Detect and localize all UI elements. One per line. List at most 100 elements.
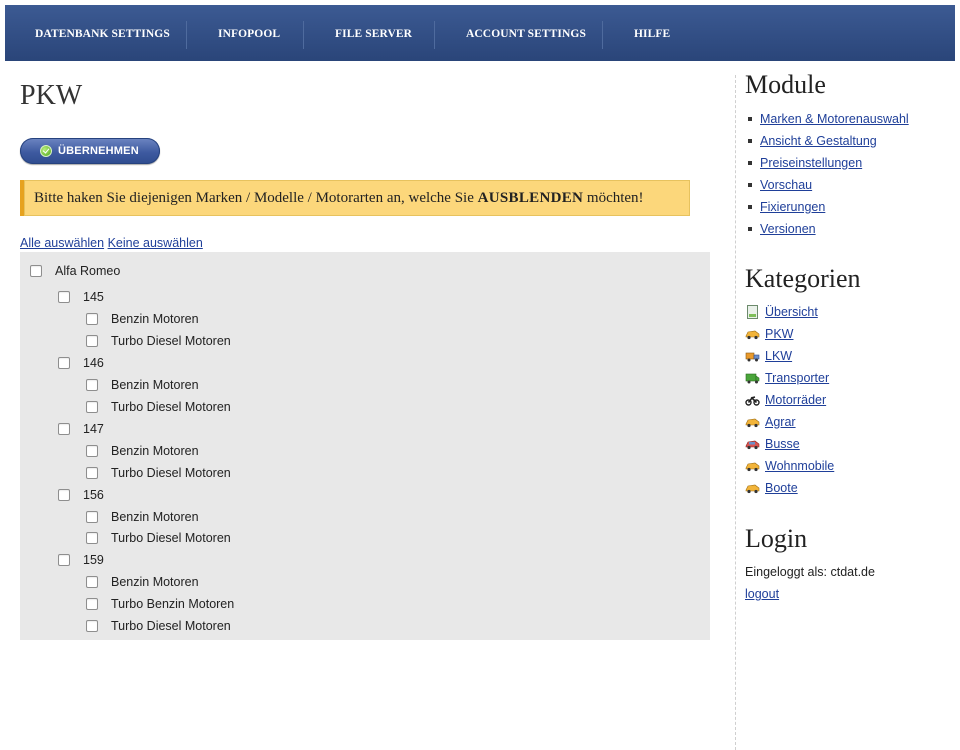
tree-engine-row: Benzin Motoren [86,441,199,461]
engine-label: Benzin Motoren [111,575,199,589]
apply-button-label: ÜBERNEHMEN [58,145,139,157]
modules-list: Marken & Motorenauswahl Ansicht & Gestal… [745,108,909,240]
tree-engine-row: Benzin Motoren [86,507,199,527]
brand-checkbox[interactable] [30,265,42,277]
engine-label: Turbo Diesel Motoren [111,334,231,348]
tree-engine-row: Turbo Diesel Motoren [86,528,231,548]
nav-hilfe[interactable]: HILFE [634,5,670,61]
category-link-uebersicht[interactable]: Übersicht [765,305,818,319]
top-nav: DATENBANK SETTINGS INFOPOOL FILE SERVER … [5,5,955,61]
module-item: Preiseinstellungen [745,152,909,174]
car-icon [745,330,760,340]
module-link-vorschau[interactable]: Vorschau [760,178,812,192]
engine-label: Turbo Diesel Motoren [111,531,231,545]
engine-checkbox[interactable] [86,576,98,588]
bus-icon [745,440,760,450]
nav-separator [303,21,304,49]
engine-checkbox[interactable] [86,532,98,544]
nav-separator [434,21,435,49]
model-label: 145 [83,290,104,304]
checkmark-icon [40,145,52,157]
engine-label: Turbo Benzin Motoren [111,597,235,611]
engine-checkbox[interactable] [86,313,98,325]
category-item: Busse [745,433,834,455]
nav-infopool[interactable]: INFOPOOL [218,5,280,61]
engine-checkbox[interactable] [86,335,98,347]
category-link-wohnmobile[interactable]: Wohnmobile [765,459,834,473]
nav-separator [186,21,187,49]
bullet-icon [748,139,752,143]
model-checkbox[interactable] [58,357,70,369]
engine-checkbox[interactable] [86,379,98,391]
tree-engine-row: Benzin Motoren [86,309,199,329]
nav-separator [602,21,603,49]
category-item: Übersicht [745,301,834,323]
login-heading: Login [745,524,808,553]
engine-checkbox[interactable] [86,467,98,479]
nav-file-server[interactable]: FILE SERVER [335,5,412,61]
motorcycle-icon [745,396,760,406]
logout-link[interactable]: logout [745,587,779,601]
tree-model-row: 147 [58,419,104,439]
module-link-preise[interactable]: Preiseinstellungen [760,156,862,170]
module-link-ansicht[interactable]: Ansicht & Gestaltung [760,134,877,148]
module-link-fixierungen[interactable]: Fixierungen [760,200,825,214]
categories-heading: Kategorien [745,264,861,293]
apply-button[interactable]: ÜBERNEHMEN [20,138,160,164]
tree-model-row: 156 [58,485,104,505]
engine-label: Benzin Motoren [111,444,199,458]
categories-list: Übersicht PKW LKW Transporter Motorräder… [745,301,834,499]
category-link-agrar[interactable]: Agrar [765,415,796,429]
module-item: Vorschau [745,174,909,196]
engine-checkbox[interactable] [86,445,98,457]
engine-label: Turbo Diesel Motoren [111,400,231,414]
van-icon [745,373,760,384]
nav-account-settings[interactable]: ACCOUNT SETTINGS [466,5,586,61]
category-item: PKW [745,323,834,345]
select-none-link[interactable]: Keine auswählen [108,236,203,250]
tree-engine-row: Benzin Motoren [86,572,199,592]
notice-text-end: möchten! [583,190,644,206]
category-link-lkw[interactable]: LKW [765,349,792,363]
module-link-versionen[interactable]: Versionen [760,222,816,236]
tree-model-row: 145 [58,287,104,307]
engine-checkbox[interactable] [86,620,98,632]
engine-checkbox[interactable] [86,598,98,610]
nav-datenbank-settings[interactable]: DATENBANK SETTINGS [35,5,170,61]
bullet-icon [748,205,752,209]
engine-label: Turbo Diesel Motoren [111,466,231,480]
category-link-transporter[interactable]: Transporter [765,371,829,385]
tractor-icon [745,418,760,428]
tree-engine-row: Turbo Benzin Motoren [86,594,234,614]
model-label: 156 [83,488,104,502]
modules-heading: Module [745,70,826,99]
model-checkbox[interactable] [58,291,70,303]
tree-brand-row: Alfa Romeo [30,261,120,281]
boat-icon [745,484,760,494]
engine-checkbox[interactable] [86,511,98,523]
category-link-busse[interactable]: Busse [765,437,800,451]
category-item: Wohnmobile [745,455,834,477]
engine-label: Benzin Motoren [111,378,199,392]
module-link-marken[interactable]: Marken & Motorenauswahl [760,112,909,126]
bullet-icon [748,117,752,121]
model-label: 159 [83,553,104,567]
tree-engine-row: Turbo Diesel Motoren [86,331,231,351]
model-checkbox[interactable] [58,489,70,501]
login-status: Eingeloggt als: ctdat.de [745,565,875,579]
category-link-motorraeder[interactable]: Motorräder [765,393,826,407]
model-label: 147 [83,422,104,436]
model-checkbox[interactable] [58,423,70,435]
truck-icon [745,352,760,362]
model-checkbox[interactable] [58,554,70,566]
category-link-pkw[interactable]: PKW [765,327,793,341]
notice-banner: Bitte haken Sie diejenigen Marken / Mode… [20,180,690,216]
page-title: PKW [20,80,83,111]
select-all-link[interactable]: Alle auswählen [20,236,104,250]
brand-label: Alfa Romeo [55,264,121,278]
category-link-boote[interactable]: Boote [765,481,798,495]
document-icon [747,305,758,319]
category-item: Motorräder [745,389,834,411]
camper-icon [745,462,760,472]
engine-checkbox[interactable] [86,401,98,413]
